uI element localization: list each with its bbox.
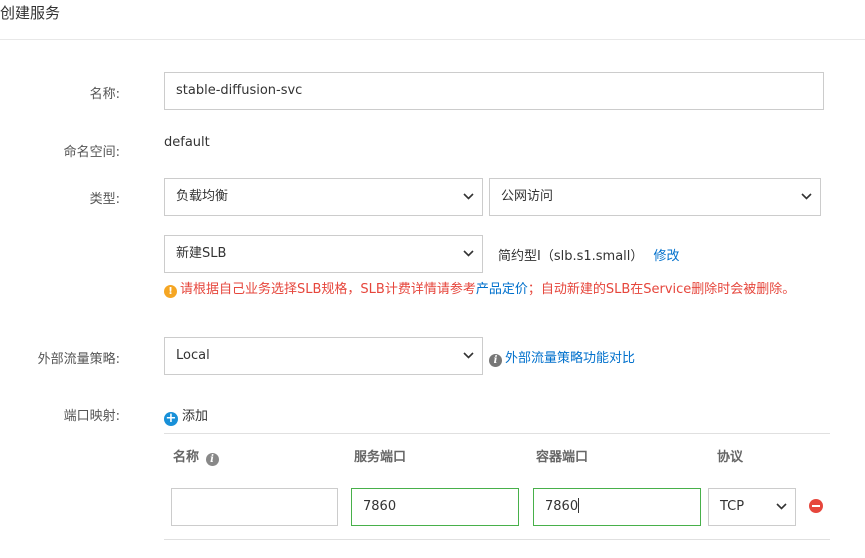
- table-divider-bottom: [164, 539, 830, 540]
- warning-icon: !: [164, 285, 177, 298]
- protocol-select[interactable]: TCP: [708, 488, 796, 526]
- chevron-down-icon: [801, 179, 812, 200]
- column-header-service-port: 服务端口: [354, 450, 407, 465]
- slb-edit-link[interactable]: 修改: [654, 249, 680, 264]
- port-mapping-label: 端口映射:: [63, 409, 120, 424]
- traffic-policy-select[interactable]: Local: [164, 337, 483, 375]
- access-select-value: 公网访问: [501, 189, 554, 204]
- traffic-policy-help: i 外部流量策略功能对比: [489, 347, 635, 367]
- namespace-label: 命名空间:: [63, 145, 120, 160]
- warning-text-2: ；自动新建的SLB在Service删除时会被删除。: [527, 282, 796, 297]
- info-icon[interactable]: i: [205, 453, 219, 466]
- add-port-button[interactable]: + 添加: [164, 405, 208, 426]
- protocol-select-value: TCP: [720, 499, 745, 514]
- add-port-label: 添加: [182, 409, 209, 424]
- slb-spec-text: 简约型I（slb.s1.small）: [498, 249, 644, 264]
- chevron-down-icon: [463, 236, 474, 257]
- chevron-down-icon: [463, 179, 474, 200]
- chevron-down-icon: [776, 489, 787, 510]
- column-header-container-port: 容器端口: [536, 450, 589, 465]
- page-header: 创建服务: [0, 0, 865, 40]
- container-port-input[interactable]: 7860: [533, 488, 701, 526]
- text-cursor: [578, 498, 580, 513]
- type-select-value: 负载均衡: [176, 189, 229, 204]
- type-label: 类型:: [89, 192, 120, 207]
- remove-icon[interactable]: [809, 499, 823, 513]
- name-input[interactable]: stable-diffusion-svc: [164, 72, 824, 110]
- access-select[interactable]: 公网访问: [489, 178, 821, 216]
- column-header-name: 名称 i: [173, 446, 222, 466]
- traffic-policy-label: 外部流量策略:: [37, 352, 120, 367]
- slb-select-value: 新建SLB: [176, 246, 227, 261]
- service-port-input[interactable]: 7860: [351, 488, 519, 526]
- add-icon: +: [164, 411, 178, 426]
- slb-spec: 简约型I（slb.s1.small） 修改: [498, 245, 680, 264]
- slb-select[interactable]: 新建SLB: [164, 235, 483, 273]
- pricing-link[interactable]: 产品定价: [476, 282, 528, 297]
- namespace-value: default: [164, 135, 210, 150]
- column-header-protocol: 协议: [717, 450, 744, 465]
- chevron-down-icon: [463, 338, 474, 359]
- type-select[interactable]: 负载均衡: [164, 178, 483, 216]
- slb-warning: ! 请根据自己业务选择SLB规格，SLB计费详情请参考产品定价；自动新建的SLB在…: [164, 281, 814, 299]
- name-label: 名称:: [89, 87, 120, 102]
- warning-text-1: 请根据自己业务选择SLB规格，SLB计费详情请参考: [180, 282, 476, 297]
- traffic-policy-help-link[interactable]: 外部流量策略功能对比: [505, 351, 635, 366]
- traffic-policy-value: Local: [176, 348, 210, 363]
- page-title: 创建服务: [0, 4, 61, 22]
- port-name-input[interactable]: [171, 488, 338, 526]
- table-divider-top: [164, 433, 830, 434]
- info-icon: i: [489, 354, 502, 367]
